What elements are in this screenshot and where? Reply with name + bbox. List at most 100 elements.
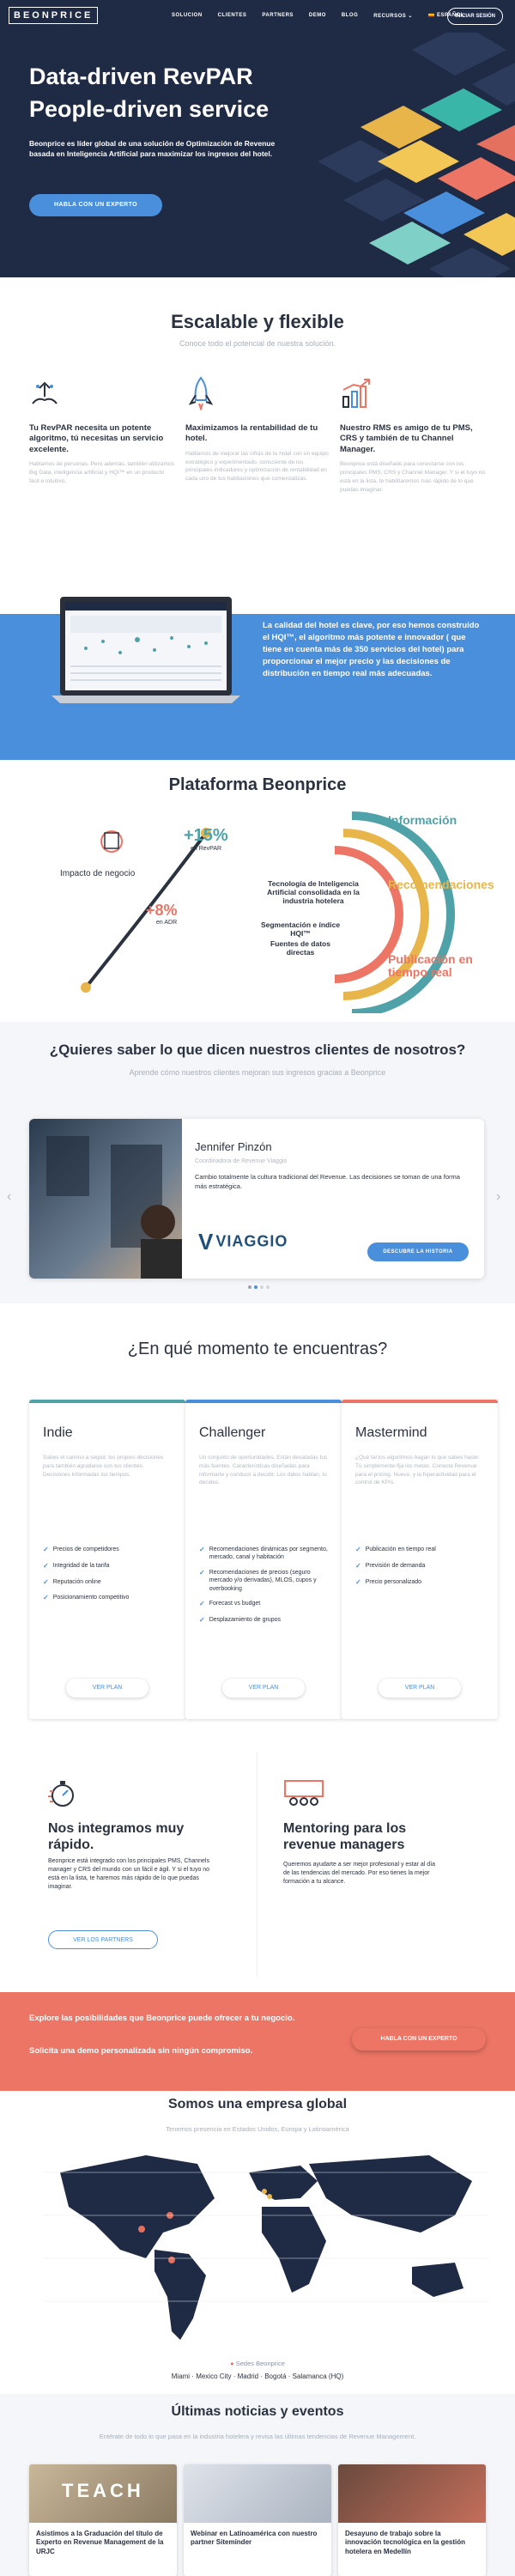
news-image-text: TEACH xyxy=(62,2480,144,2501)
view-plan-button[interactable]: VER PLAN xyxy=(222,1679,305,1698)
feature-integration: Nuestro RMS es amigo de tu PMS, CRS y ta… xyxy=(340,423,486,493)
scalable-title: Escalable y flexible xyxy=(171,311,344,332)
check-icon: ✓ xyxy=(43,1561,49,1570)
news-card[interactable]: TEACH Asistimos a la Graduación del títu… xyxy=(29,2464,177,2576)
news-card[interactable]: Desayuno de trabajo sobre la innovación … xyxy=(338,2464,486,2576)
testimonials-subtitle: Aprende cómo nuestros clientes mejoran s… xyxy=(129,1068,386,1077)
plan-feature: ✓ Forecast vs budget xyxy=(199,1600,261,1608)
plan-name: Challenger xyxy=(199,1425,266,1440)
unique-text: La calidad del hotel es clave, por eso h… xyxy=(263,621,480,679)
view-partners-button[interactable]: VER LOS PARTNERS xyxy=(48,1930,158,1949)
talk-to-expert-button[interactable]: HABLA CON UN EXPERTO xyxy=(352,2028,486,2050)
carousel-next-icon[interactable]: › xyxy=(496,1189,500,1205)
carousel-prev-icon[interactable]: ‹ xyxy=(7,1189,11,1205)
news-image: TEACH xyxy=(29,2464,177,2523)
view-plan-button[interactable]: VER PLAN xyxy=(66,1679,148,1698)
nav-item-solucion[interactable]: SOLUCION xyxy=(172,13,203,19)
hero-subtitle: Beonprice es líder global de una solució… xyxy=(29,139,276,159)
check-icon: ✓ xyxy=(43,1577,49,1586)
check-icon: ✓ xyxy=(43,1546,49,1553)
discover-story-button[interactable]: DESCUBRE LA HISTORIA xyxy=(367,1242,469,1261)
top-navbar: BEONPRICE SOLUCION CLIENTES PARTNERS DEM… xyxy=(0,0,515,33)
nav-item-recursos[interactable]: RECURSOS ⌄ xyxy=(373,13,413,19)
feature-revpar: Tu RevPAR necesita un potente algoritmo,… xyxy=(29,423,174,484)
recommendations-label: Recomendaciones xyxy=(388,878,494,891)
integrations-title: Nos integramos muy rápido. xyxy=(48,1821,185,1853)
login-button[interactable]: INICIAR SESIÓN xyxy=(447,8,503,25)
plan-accent-bar xyxy=(342,1400,498,1403)
news-card-title: Asistimos a la Graduación del título de … xyxy=(36,2530,164,2555)
plans-title: ¿En qué momento te encuentras? xyxy=(127,1340,388,1358)
stopwatch-icon xyxy=(48,1781,74,1807)
platform-diagram xyxy=(81,811,455,1013)
ai-tech-label: Tecnología de Inteligencia Artificial co… xyxy=(267,879,360,906)
news-card[interactable]: Webinar en Latinoamérica con nuestro par… xyxy=(184,2464,331,2576)
testimonial-card: Jennifer Pinzón Coordinadora de Revenue … xyxy=(29,1119,484,1279)
plan-feature: ✓ Recomendaciones dinámicas por segmento,… xyxy=(199,1546,328,1561)
plan-card-indie: Indie Sabes el camino a seguir, los prop… xyxy=(29,1400,185,1719)
check-icon: ✓ xyxy=(355,1577,361,1586)
plan-feature-list: ✓ Precios de competidores ✓ Integridad de … xyxy=(43,1546,177,1610)
spain-flag-icon xyxy=(427,13,434,17)
plan-feature: ✓ Precios de competidores xyxy=(43,1546,119,1553)
news-card-title: Webinar en Latinoamérica con nuestro par… xyxy=(191,2530,318,2547)
plan-accent-bar xyxy=(185,1400,342,1403)
carousel-dot[interactable] xyxy=(260,1285,264,1289)
hq-cities: Miami · Mexico City · Madrid · Bogotá · … xyxy=(171,2372,344,2380)
segmentation-label: Segmentación e índice HQI™ xyxy=(260,920,341,939)
plan-description: ¿Qué tal los algoritmos hagan lo que sab… xyxy=(355,1455,480,1486)
plan-description: Sabes el camino a seguir, los propios de… xyxy=(43,1455,164,1478)
nav-item-blog[interactable]: BLOG xyxy=(342,13,358,19)
check-icon: ✓ xyxy=(199,1615,205,1624)
plan-feature-list: ✓ Publicación en tiempo real ✓ Previsión d… xyxy=(355,1546,489,1594)
location-pin-icon: ● xyxy=(230,2360,234,2367)
plan-feature: ✓ Desplazamiento de grupos xyxy=(199,1615,281,1624)
adr-value: +8% xyxy=(146,902,178,919)
nav-item-demo[interactable]: DEMO xyxy=(309,13,326,19)
nav-menu: SOLUCION CLIENTES PARTNERS DEMO BLOG REC… xyxy=(172,13,464,19)
carousel-dots xyxy=(248,1285,270,1289)
revpar-label: en RevPAR xyxy=(191,846,222,852)
news-title: Últimas noticias y eventos xyxy=(171,2404,344,2419)
news-image xyxy=(184,2464,331,2523)
mentoring-panel: Mentoring para los revenue managers Quer… xyxy=(258,1752,515,1977)
impact-label: Impacto de negocio xyxy=(60,869,136,878)
view-plan-button[interactable]: VER PLAN xyxy=(379,1679,461,1698)
plan-feature: ✓ Reputación online xyxy=(43,1577,101,1586)
bar-chart-growth-icon xyxy=(342,379,370,408)
viaggio-logo: V VIAGGIO xyxy=(198,1229,288,1255)
check-icon: ✓ xyxy=(355,1561,361,1570)
mentoring-title: Mentoring para los revenue managers xyxy=(283,1821,407,1853)
plan-name: Indie xyxy=(43,1425,73,1440)
nav-item-clientes[interactable]: CLIENTES xyxy=(218,13,247,19)
world-map xyxy=(43,2155,489,2340)
plan-feature: ✓ Integridad de la tarifa xyxy=(43,1561,110,1570)
plan-accent-bar xyxy=(29,1400,185,1403)
plan-feature: ✓ Precio personalizado xyxy=(355,1577,422,1586)
revpar-value: +15% xyxy=(184,826,228,845)
plan-card-mastermind: Mastermind ¿Qué tal los algoritmos hagan… xyxy=(342,1400,498,1719)
talk-to-expert-button[interactable]: HABLA CON UN EXPERTO xyxy=(29,194,162,216)
plan-feature: ✓ Previsión de demanda xyxy=(355,1561,426,1570)
platform-title: Plataforma Beonprice xyxy=(168,775,347,794)
plan-name: Mastermind xyxy=(355,1425,427,1440)
adr-label: en ADR xyxy=(156,920,178,926)
laptop-dashboard-image xyxy=(52,597,240,703)
check-icon: ✓ xyxy=(43,1594,49,1602)
hero-section: Data-driven RevPAR People-driven service… xyxy=(0,33,515,277)
news-card-title: Desayuno de trabajo sobre la innovación … xyxy=(345,2530,466,2555)
carousel-dot[interactable] xyxy=(248,1285,251,1289)
publication-label: Publicación en tiempo real xyxy=(388,952,473,980)
integrations-panel: Nos integramos muy rápido. Beonprice est… xyxy=(0,1752,258,1977)
plan-description: Un conjunto de oportunidades. Están desa… xyxy=(199,1455,328,1486)
plan-feature: ✓ Posicionamiento competitivo xyxy=(43,1594,130,1602)
team-presentation-icon xyxy=(284,1780,324,1806)
carousel-dot[interactable] xyxy=(266,1285,270,1289)
check-icon: ✓ xyxy=(199,1600,205,1608)
hands-growth-icon xyxy=(32,381,58,404)
carousel-dot[interactable] xyxy=(254,1285,258,1289)
feature-profitability: Maximizamos la rentabilidad de tu hotel.… xyxy=(185,423,329,483)
nav-item-partners[interactable]: PARTNERS xyxy=(262,13,294,19)
news-image xyxy=(338,2464,486,2523)
brand-logo[interactable]: BEONPRICE xyxy=(9,7,99,24)
